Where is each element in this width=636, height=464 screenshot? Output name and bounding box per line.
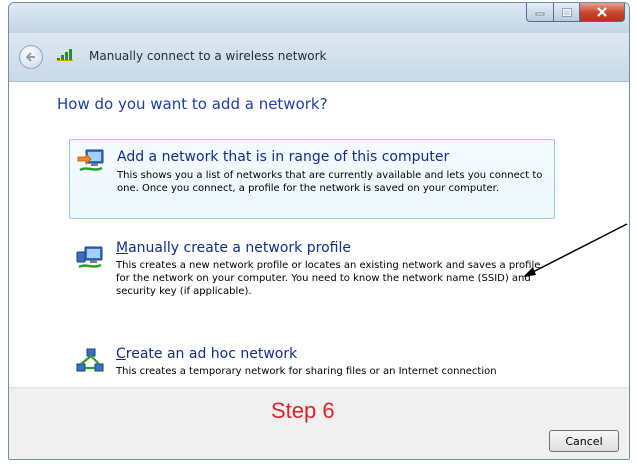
close-button[interactable] (580, 3, 625, 22)
page-question: How do you want to add a network? (57, 95, 328, 113)
accelerator-key: C (116, 346, 126, 362)
option-description: This shows you a list of networks that a… (117, 170, 543, 194)
title-bar[interactable] (9, 3, 629, 33)
window-controls (526, 3, 625, 22)
wizard-window: Manually connect to a wireless network H… (8, 2, 630, 460)
option-title-text: anually create a network profile (128, 240, 351, 256)
option-title: Manually create a network profile (116, 240, 351, 256)
close-icon (597, 7, 607, 17)
wizard-content: How do you want to add a network? Add a … (9, 82, 629, 387)
window-title: Manually connect to a wireless network (89, 49, 327, 63)
wizard-footer: Step 6 Cancel (9, 387, 629, 459)
step-annotation: Step 6 (271, 398, 335, 423)
option-title: Create an ad hoc network (116, 346, 297, 362)
option-title: Add a network that is in range of this c… (117, 149, 450, 165)
annotation-arrow (523, 223, 628, 277)
maximize-button[interactable] (554, 3, 580, 22)
back-arrow-icon (25, 52, 35, 62)
wizard-header: Manually connect to a wireless network (9, 33, 629, 82)
minimize-icon (535, 12, 545, 16)
cancel-button[interactable]: Cancel (549, 430, 619, 452)
back-button[interactable] (19, 45, 43, 69)
maximize-icon (561, 7, 572, 17)
option-manually-create-profile[interactable]: Manually create a network profile This c… (69, 237, 553, 307)
option-create-ad-hoc[interactable]: Create an ad hoc network This creates a … (69, 346, 553, 382)
network-computer-icon (76, 246, 103, 269)
option-description: This creates a temporary network for sha… (116, 366, 497, 377)
network-computer-icon (77, 149, 104, 172)
option-description: This creates a new network profile or lo… (116, 260, 541, 297)
minimize-button[interactable] (526, 3, 554, 22)
adhoc-network-icon (76, 348, 104, 372)
accelerator-key: M (116, 240, 129, 256)
option-add-network-in-range[interactable]: Add a network that is in range of this c… (69, 139, 555, 219)
option-title-text: reate an ad hoc network (125, 346, 298, 362)
wireless-signal-icon (57, 49, 73, 61)
